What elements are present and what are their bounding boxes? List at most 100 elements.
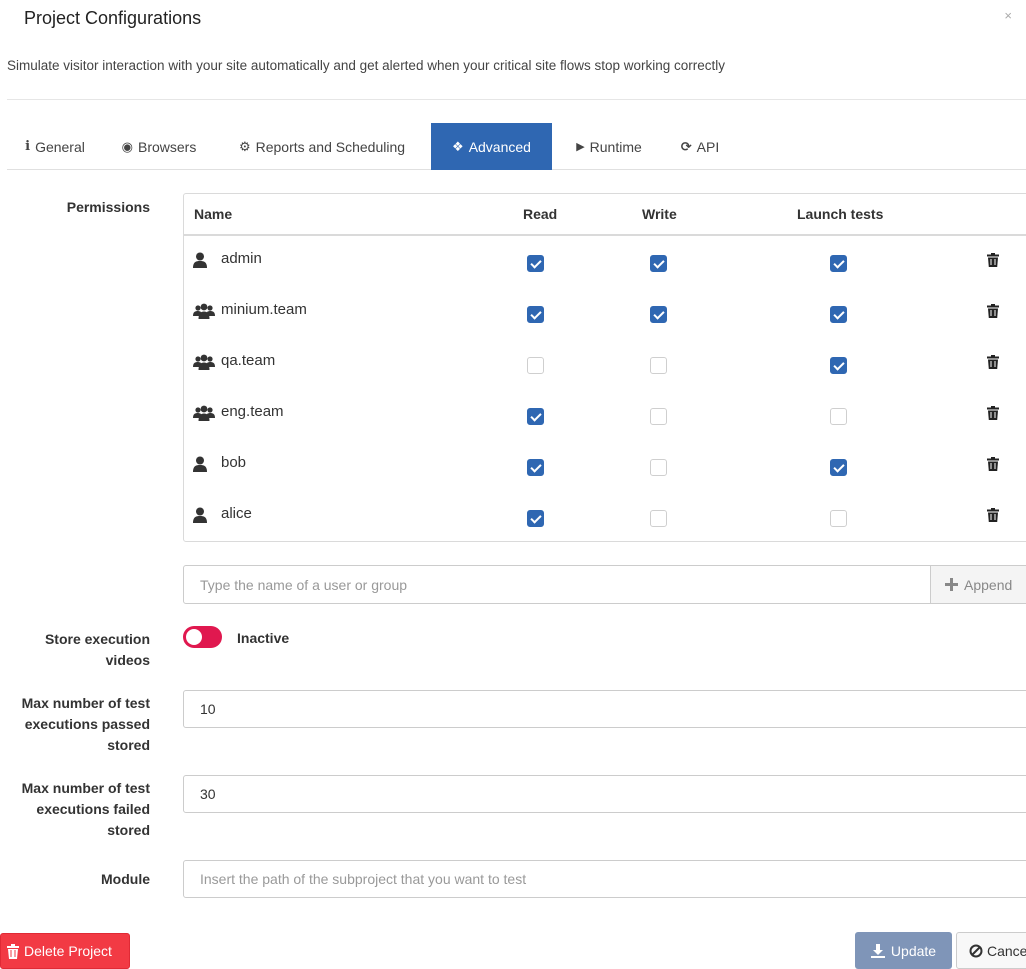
permission-row: qa.team <box>184 343 1026 394</box>
launch-tests-checkbox[interactable] <box>830 255 847 272</box>
toggle-knob <box>186 629 202 645</box>
column-launch-tests: Launch tests <box>797 206 884 222</box>
read-checkbox[interactable] <box>527 459 544 476</box>
launch-tests-checkbox[interactable] <box>830 357 847 374</box>
read-checkbox[interactable] <box>527 408 544 425</box>
tab-advanced[interactable]: ❖ Advanced <box>431 123 552 170</box>
user-icon <box>193 252 215 270</box>
module-input[interactable] <box>183 860 1026 898</box>
tab-general[interactable]: i General <box>19 123 91 170</box>
column-name: Name <box>194 206 233 222</box>
delete-label: Delete Project <box>24 943 112 959</box>
tab-label: General <box>35 138 85 155</box>
principal-name: alice <box>221 505 252 522</box>
download-icon <box>870 943 885 958</box>
users-icon <box>193 303 215 321</box>
store-videos-toggle[interactable] <box>183 626 222 648</box>
label-line: stored <box>107 737 150 753</box>
update-button[interactable]: Update <box>855 932 952 969</box>
permission-row: bob <box>184 445 1026 496</box>
label-line: executions failed <box>36 801 150 817</box>
tab-label: Runtime <box>589 138 642 155</box>
tab-label: Advanced <box>468 138 531 155</box>
permission-row: minium.team <box>184 292 1026 343</box>
max-failed-label: Max number of test executions failed sto… <box>22 778 150 841</box>
store-videos-state: Inactive <box>237 630 290 646</box>
divider <box>7 99 1026 100</box>
max-passed-input[interactable] <box>183 690 1026 728</box>
user-group-input[interactable] <box>183 565 931 604</box>
max-passed-label: Max number of test executions passed sto… <box>22 693 150 756</box>
cancel-label: Cance <box>987 942 1026 959</box>
module-label: Module <box>101 871 150 887</box>
launch-tests-checkbox[interactable] <box>830 408 847 425</box>
permission-row: admin <box>184 241 1026 292</box>
trash-icon[interactable] <box>987 355 1001 371</box>
trash-icon[interactable] <box>987 457 1001 473</box>
table-header: Name Read Write Launch tests <box>184 194 1026 236</box>
tab-reports-and-scheduling[interactable]: ⚙ Reports and Scheduling <box>231 123 413 170</box>
modal-subtitle: Simulate visitor interaction with your s… <box>7 58 726 73</box>
plus-icon <box>945 578 958 591</box>
label-line: Max number of test <box>21 780 150 796</box>
write-checkbox[interactable] <box>650 510 667 527</box>
read-checkbox[interactable] <box>527 357 544 374</box>
trash-icon[interactable] <box>987 304 1001 320</box>
label-line: stored <box>107 822 150 838</box>
permissions-table: Name Read Write Launch tests admin minium… <box>183 193 1026 542</box>
launch-tests-checkbox[interactable] <box>830 306 847 323</box>
cancel-button[interactable]: Cance <box>956 932 1026 969</box>
label-line: executions passed <box>24 716 150 732</box>
trash-icon[interactable] <box>987 406 1001 422</box>
user-icon <box>193 507 215 525</box>
write-checkbox[interactable] <box>650 459 667 476</box>
read-checkbox[interactable] <box>527 306 544 323</box>
users-icon <box>193 405 215 423</box>
principal-name: bob <box>221 454 247 471</box>
append-label: Append <box>964 576 1013 593</box>
tab-api[interactable]: ⟳ API <box>678 123 722 170</box>
append-button[interactable]: Append <box>930 565 1026 604</box>
launch-tests-checkbox[interactable] <box>830 510 847 527</box>
label-line: Max number of test <box>21 695 150 711</box>
cogs-icon: ⚙ <box>238 138 251 154</box>
cubes-icon: ❖ <box>452 138 464 154</box>
tab-browsers[interactable]: ◉ Browsers <box>117 123 201 170</box>
label-line: Store execution <box>44 631 150 647</box>
launch-tests-checkbox[interactable] <box>830 459 847 476</box>
principal-name: eng.team <box>221 403 284 420</box>
globe-icon: ◉ <box>121 138 133 154</box>
label-line: videos <box>105 652 150 668</box>
refresh-icon: ⟳ <box>680 138 692 154</box>
play-icon: ▶ <box>576 141 585 153</box>
column-read: Read <box>523 206 558 222</box>
tab-label: API <box>696 138 720 155</box>
read-checkbox[interactable] <box>527 510 544 527</box>
permission-row: alice <box>184 496 1026 547</box>
principal-name: minium.team <box>221 301 307 318</box>
permission-row: eng.team <box>184 394 1026 445</box>
column-write: Write <box>642 206 677 222</box>
store-videos-label: Store execution videos <box>45 629 150 671</box>
trash-icon <box>7 943 19 959</box>
modal-title: Project Configurations <box>24 8 202 28</box>
read-checkbox[interactable] <box>527 255 544 272</box>
write-checkbox[interactable] <box>650 255 667 272</box>
tab-bar: i General ◉ Browsers ⚙ Reports and Sched… <box>7 123 1026 170</box>
tab-label: Reports and Scheduling <box>255 138 406 155</box>
trash-icon[interactable] <box>987 253 1001 269</box>
ban-icon <box>969 944 983 957</box>
max-failed-input[interactable] <box>183 775 1026 813</box>
write-checkbox[interactable] <box>650 306 667 323</box>
trash-icon[interactable] <box>987 508 1001 524</box>
users-icon <box>193 354 215 372</box>
principal-name: admin <box>221 250 262 267</box>
update-label: Update <box>890 942 937 959</box>
tab-runtime[interactable]: ▶ Runtime <box>570 123 648 170</box>
permissions-label: Permissions <box>66 199 150 215</box>
tab-label: Browsers <box>137 138 197 155</box>
delete-project-button[interactable]: Delete Project <box>0 933 130 969</box>
write-checkbox[interactable] <box>650 408 667 425</box>
write-checkbox[interactable] <box>650 357 667 374</box>
close-icon[interactable]: × <box>1004 8 1012 23</box>
